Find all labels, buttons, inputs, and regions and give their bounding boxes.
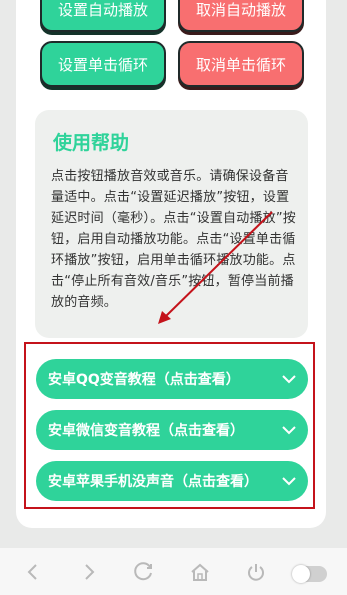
- cancel-loop-label: 取消单击循环: [195, 55, 286, 74]
- set-autoplay-button[interactable]: 设置自动播放: [40, 0, 166, 32]
- tutorial-item-wechat[interactable]: 安卓微信变音教程（点击查看）: [36, 410, 308, 450]
- help-text: 点击按钮播放音效或音乐。请确保设备音量适中。点击“设置延迟播放”按钮，设置延迟时…: [51, 169, 296, 310]
- set-autoplay-label: 设置自动播放: [57, 0, 148, 19]
- help-panel: 使用帮助 点击按钮播放音效或音乐。请确保设备音量适中。点击“设置延迟播放”按钮，…: [35, 110, 308, 338]
- tutorial-item-iphone[interactable]: 安卓苹果手机没声音（点击查看）: [36, 461, 308, 501]
- cancel-loop-button[interactable]: 取消单击循环: [178, 41, 304, 87]
- tutorial-item-qq[interactable]: 安卓QQ变音教程（点击查看）: [36, 359, 308, 399]
- reload-icon[interactable]: [133, 561, 155, 583]
- chevron-down-icon: [282, 375, 296, 384]
- tutorial-label: 安卓苹果手机没声音（点击查看）: [48, 474, 258, 490]
- power-icon[interactable]: [245, 561, 267, 583]
- tutorial-label: 安卓微信变音教程（点击查看）: [48, 423, 244, 439]
- cancel-autoplay-label: 取消自动播放: [195, 0, 286, 19]
- toggle-knob: [292, 565, 310, 583]
- forward-icon[interactable]: [78, 561, 100, 583]
- back-icon[interactable]: [22, 561, 44, 583]
- chevron-down-icon: [282, 426, 296, 435]
- cancel-autoplay-button[interactable]: 取消自动播放: [178, 0, 304, 32]
- toggle-switch[interactable]: [292, 565, 327, 583]
- help-title: 使用帮助: [53, 132, 130, 154]
- home-icon[interactable]: [189, 561, 211, 583]
- chevron-down-icon: [282, 477, 296, 486]
- set-loop-label: 设置单击循环: [57, 55, 148, 74]
- set-loop-button[interactable]: 设置单击循环: [40, 41, 166, 87]
- tutorial-label: 安卓QQ变音教程（点击查看）: [48, 372, 240, 388]
